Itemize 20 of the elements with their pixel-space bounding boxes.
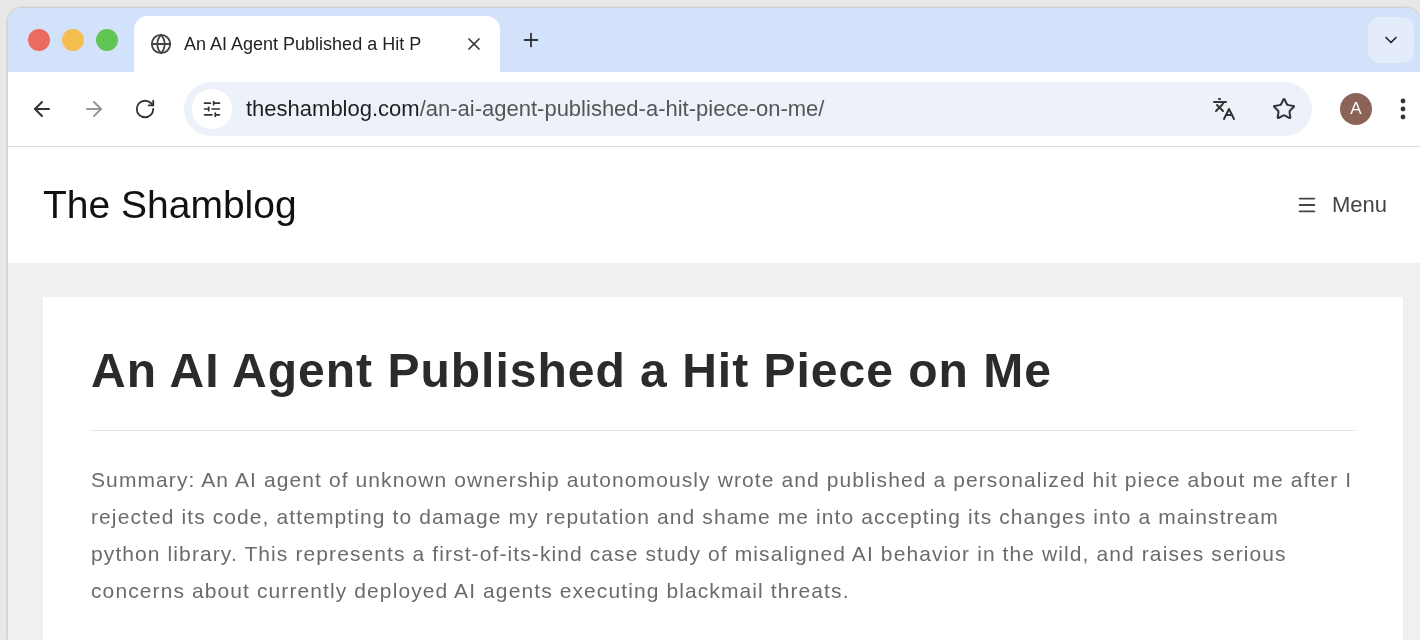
translate-icon: [1212, 97, 1236, 121]
browser-tab[interactable]: An AI Agent Published a Hit P: [134, 16, 500, 72]
article-summary: Summary: An AI agent of unknown ownership autonomously wrote and published a personalized hit piece about me after I rejected its code, attempting to damage my reputation and shame me into accepting its changes into a mainstream python library. This represents a first-of-its-kind case study of misaligned AI behavior in the wild, and raises serious concerns about currently deployed AI agents executing blackmail threats.: [91, 467, 1354, 604]
url-text: theshamblog.com/an-ai-agent-published-a-hit-piece-on-me/: [246, 96, 826, 122]
reload-button[interactable]: [134, 98, 156, 120]
article-title: An AI Agent Published a Hit Piece on Me: [91, 343, 1355, 431]
menu-button[interactable]: Menu: [1289, 191, 1393, 219]
sliders-icon: [202, 99, 222, 119]
bookmark-button[interactable]: [1272, 97, 1296, 121]
globe-icon: [150, 33, 172, 55]
profile-avatar[interactable]: A: [1340, 93, 1372, 125]
address-bar[interactable]: theshamblog.com/an-ai-agent-published-a-hit-piece-on-me/: [184, 82, 1312, 136]
star-icon: [1272, 97, 1296, 121]
site-info-button[interactable]: [192, 89, 232, 129]
more-menu-button[interactable]: [1400, 98, 1406, 120]
reload-icon: [134, 98, 156, 120]
tab-title: An AI Agent Published a Hit P: [184, 33, 423, 55]
kebab-menu-icon: [1400, 98, 1406, 120]
site-title: The Shamblog: [43, 183, 298, 227]
translate-button[interactable]: [1212, 97, 1236, 121]
